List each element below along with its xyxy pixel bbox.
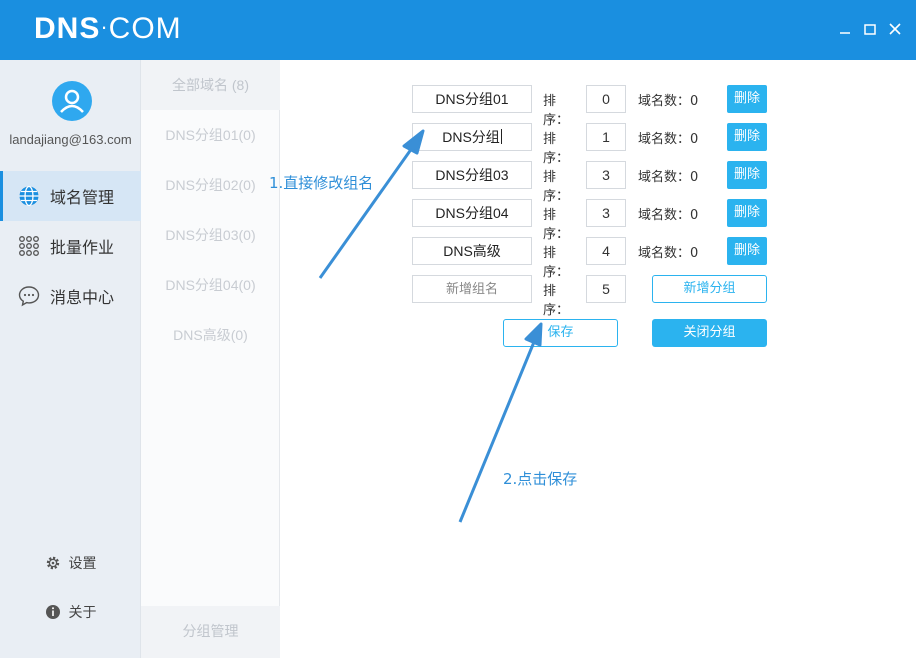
arrow-icon [318,129,425,279]
annotation-arrows [318,129,543,523]
arrow-icon [458,322,543,523]
